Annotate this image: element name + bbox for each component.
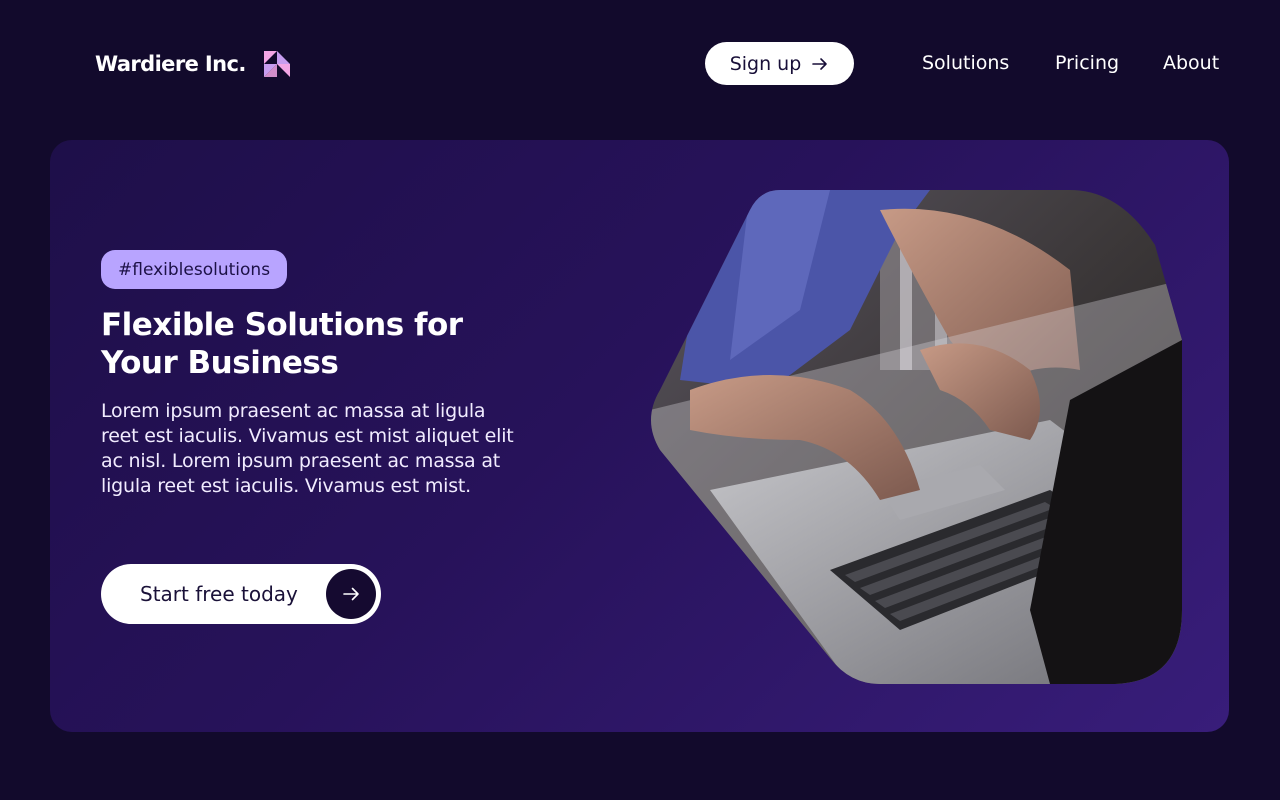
nav-link-pricing[interactable]: Pricing xyxy=(1055,52,1119,74)
site-header: Wardiere Inc. Sign up Solutions Pricing … xyxy=(0,0,1280,130)
nav-link-about[interactable]: About xyxy=(1163,52,1219,74)
hero-card: #flexiblesolutions Flexible Solutions fo… xyxy=(50,140,1229,732)
landing-page: Wardiere Inc. Sign up Solutions Pricing … xyxy=(0,0,1280,800)
hero-headline: Flexible Solutions for Your Business xyxy=(101,307,463,381)
cta-label: Start free today xyxy=(140,582,298,606)
laptop-typing-photo xyxy=(651,190,1182,684)
hashtag-badge: #flexiblesolutions xyxy=(101,250,288,289)
arrow-right-icon xyxy=(343,587,359,601)
main-nav: Solutions Pricing About xyxy=(0,52,1280,82)
nav-link-solutions[interactable]: Solutions xyxy=(922,52,1009,74)
hero-description: Lorem ipsum praesent ac massa at ligula … xyxy=(101,400,514,497)
cta-arrow-circle xyxy=(326,569,376,619)
start-free-today-button[interactable]: Start free today xyxy=(101,564,381,624)
